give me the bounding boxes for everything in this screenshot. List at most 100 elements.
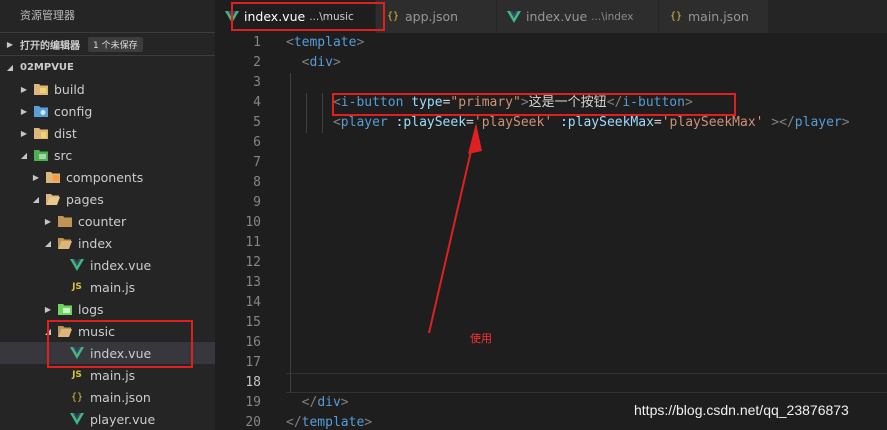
src-folder-icon: [34, 148, 48, 162]
tree-item-label: main.js: [90, 279, 136, 295]
code-line-14[interactable]: [286, 293, 887, 313]
tree-item-label: pages: [66, 191, 104, 207]
highlight-box-tab: [231, 2, 385, 31]
tree-item-label: player.vue: [90, 411, 156, 427]
line-number: 9: [253, 195, 261, 210]
chevron-right-icon[interactable]: ▶: [0, 40, 20, 49]
tree-item-label: logs: [78, 301, 104, 317]
line-number: 7: [253, 155, 261, 170]
tree-item-label: components: [66, 169, 144, 185]
json-icon: {}: [386, 11, 400, 22]
tree-item-src[interactable]: ◢ src: [0, 144, 215, 166]
line-number: 11: [245, 235, 261, 250]
open-editors-section[interactable]: ▶ 打开的编辑器 1 个未保存: [0, 32, 215, 55]
tab-label: main.json: [688, 9, 749, 24]
tree-item-config[interactable]: ▶ config: [0, 100, 215, 122]
folder-open-icon: [58, 236, 72, 250]
code-line-5[interactable]: <player :playSeek='playSeek' :playSeekMa…: [286, 113, 887, 133]
tree-item-label: index.vue: [90, 257, 152, 273]
tree-item-pages[interactable]: ◢ pages: [0, 188, 215, 210]
code-line-11[interactable]: [286, 233, 887, 253]
chevron-right-icon[interactable]: ▶: [42, 305, 54, 314]
folder-open-icon: [46, 192, 60, 206]
folder-icon: [34, 126, 48, 140]
line-number: 6: [253, 135, 261, 150]
line-number: 8: [253, 175, 261, 190]
code-line-6[interactable]: [286, 133, 887, 153]
tree-item-dist[interactable]: ▶ dist: [0, 122, 215, 144]
code-line-16[interactable]: [286, 333, 887, 353]
folder-icon: [58, 214, 72, 228]
tab-main-json[interactable]: {} main.json: [659, 0, 769, 33]
chevron-right-icon[interactable]: ▶: [18, 85, 30, 94]
tab-description: ...\index: [591, 10, 634, 23]
tree-item-label: build: [54, 81, 85, 97]
chevron-down-icon[interactable]: ◢: [0, 63, 20, 72]
line-number-gutter: 1 2 3 4 5 6 7 8 9 10 11 12 13 14 15 16 17 18 19 20: [215, 33, 261, 430]
folder-icon: [34, 82, 48, 96]
chevron-right-icon[interactable]: ▶: [42, 217, 54, 226]
vue-icon: [70, 412, 84, 426]
chevron-right-icon[interactable]: ▶: [18, 129, 30, 138]
code-line-2[interactable]: <div>: [286, 53, 887, 73]
chevron-right-icon[interactable]: ▶: [30, 173, 42, 182]
js-icon: JS: [72, 370, 82, 380]
tree-item-music-player-vue[interactable]: player.vue: [0, 408, 215, 430]
highlight-box-file: [47, 320, 193, 368]
json-icon: {}: [669, 11, 683, 22]
code-line-13[interactable]: [286, 273, 887, 293]
code-line-10[interactable]: [286, 213, 887, 233]
line-number: 15: [245, 315, 261, 330]
tree-item-index-main-js[interactable]: JS main.js: [0, 276, 215, 298]
tree-item-components[interactable]: ▶ components: [0, 166, 215, 188]
tab-label: index.vue: [526, 9, 588, 24]
js-icon: JS: [72, 282, 82, 292]
code-line-3[interactable]: [286, 73, 887, 93]
line-number: 13: [245, 275, 261, 290]
gear-folder-icon: [34, 104, 48, 118]
annotation-note: 使用: [470, 332, 492, 345]
line-number: 2: [253, 55, 261, 70]
chevron-right-icon[interactable]: ▶: [18, 107, 30, 116]
code-line-1[interactable]: <template>: [286, 33, 887, 53]
code-line-7[interactable]: [286, 153, 887, 173]
tab-index-index-vue[interactable]: index.vue ...\index: [497, 0, 659, 33]
line-number: 19: [245, 395, 261, 410]
project-section[interactable]: ◢ 02MPVUE: [0, 55, 215, 78]
code-line-17[interactable]: [286, 353, 887, 373]
tree-item-logs[interactable]: ▶ logs: [0, 298, 215, 320]
tree-item-index-vue[interactable]: index.vue: [0, 254, 215, 276]
explorer-title: 资源管理器: [20, 9, 75, 22]
line-number: 5: [253, 115, 261, 130]
tab-app-json[interactable]: {} app.json: [376, 0, 497, 33]
tree-item-index[interactable]: ◢ index: [0, 232, 215, 254]
tree-item-build[interactable]: ▶ build: [0, 78, 215, 100]
tree-item-label: src: [54, 147, 73, 163]
line-number: 12: [245, 255, 261, 270]
line-number: 20: [245, 415, 261, 430]
vue-icon: [507, 10, 521, 24]
code-line-9[interactable]: [286, 193, 887, 213]
line-number: 4: [253, 95, 261, 110]
code-line-12[interactable]: [286, 253, 887, 273]
logs-folder-icon: [58, 302, 72, 316]
tree-item-label: main.js: [90, 367, 136, 383]
tree-item-music-main-json[interactable]: {} main.json: [0, 386, 215, 408]
vue-icon: [70, 258, 84, 272]
components-folder-icon: [46, 170, 60, 184]
line-number: 14: [245, 295, 261, 310]
tree-item-label: dist: [54, 125, 77, 141]
line-number: 16: [245, 335, 261, 350]
code-line-15[interactable]: [286, 313, 887, 333]
line-number: 3: [253, 75, 261, 90]
watermark-text: https://blog.csdn.net/qq_23876873: [634, 402, 849, 418]
code-line-18[interactable]: [286, 373, 887, 393]
code-line-8[interactable]: [286, 173, 887, 193]
tree-item-counter[interactable]: ▶ counter: [0, 210, 215, 232]
chevron-down-icon[interactable]: ◢: [42, 239, 54, 248]
chevron-down-icon[interactable]: ◢: [30, 195, 42, 204]
json-icon: {}: [70, 391, 84, 403]
tree-item-label: counter: [78, 213, 127, 229]
chevron-down-icon[interactable]: ◢: [18, 151, 30, 160]
line-number: 10: [245, 215, 261, 230]
